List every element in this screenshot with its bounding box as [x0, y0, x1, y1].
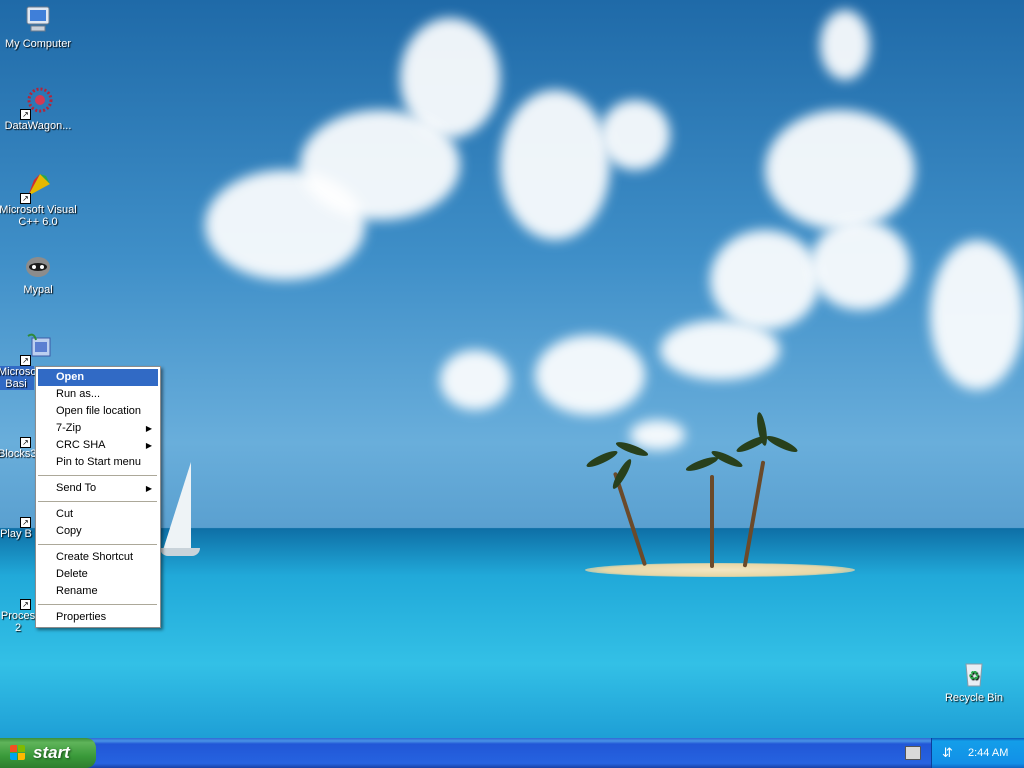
- menu-item-send-to[interactable]: Send To ▶: [38, 480, 158, 497]
- menu-item-properties[interactable]: Properties: [38, 609, 158, 626]
- menu-item-open-file-location[interactable]: Open file location: [38, 403, 158, 420]
- desktop-icon-visual-cpp[interactable]: ↗ Microsoft Visual C++ 6.0: [0, 170, 78, 228]
- desktop-icon-datawagon[interactable]: ↗ DataWagon...: [0, 86, 78, 132]
- desktop-icon-my-computer[interactable]: My Computer: [0, 4, 78, 50]
- menu-item-7zip[interactable]: 7-Zip ▶: [38, 420, 158, 437]
- menu-item-rename[interactable]: Rename: [38, 583, 158, 600]
- menu-item-cut[interactable]: Cut: [38, 506, 158, 523]
- context-menu: Open Run as... Open file location 7-Zip ▶…: [35, 366, 161, 628]
- cloud: [630, 420, 685, 450]
- shortcut-arrow-icon: ↗: [20, 109, 31, 120]
- sailboat: [163, 462, 191, 550]
- start-button[interactable]: start: [0, 738, 96, 768]
- palm-frond: [684, 454, 720, 474]
- menu-item-label: 7-Zip: [56, 422, 82, 434]
- datawagon-icon: ↗: [20, 86, 54, 120]
- mypal-icon: [22, 250, 54, 282]
- cloud: [500, 90, 610, 240]
- cloud: [660, 320, 780, 380]
- recycle-bin-icon: ♻: [958, 658, 990, 690]
- shortcut-arrow-icon: ↗: [20, 193, 31, 204]
- cloud: [765, 110, 915, 230]
- island: [585, 563, 855, 577]
- cloud: [710, 230, 820, 330]
- taskbar[interactable]: start ⇵ 2:44 AM: [0, 738, 1024, 768]
- clock[interactable]: 2:44 AM: [968, 738, 1008, 768]
- shortcut-arrow-icon: ↗: [20, 517, 31, 528]
- cloud: [600, 100, 670, 170]
- cloud: [930, 240, 1024, 390]
- desktop-icon-recycle-bin[interactable]: ♻ Recycle Bin: [934, 658, 1014, 704]
- palm-frond: [584, 448, 620, 470]
- visual-basic-icon: ↗: [20, 332, 54, 366]
- shortcut-arrow-icon: ↗: [20, 599, 31, 610]
- menu-item-crc-sha[interactable]: CRC SHA ▶: [38, 437, 158, 454]
- cloud: [300, 110, 460, 220]
- menu-item-create-shortcut[interactable]: Create Shortcut: [38, 549, 158, 566]
- palm-trunk: [710, 475, 714, 568]
- system-tray: ⇵ 2:44 AM: [931, 738, 1024, 768]
- menu-separator: [38, 544, 157, 545]
- menu-item-label: Send To: [56, 482, 97, 494]
- shortcut-arrow-icon: ↗: [20, 355, 31, 366]
- svg-text:♻: ♻: [968, 669, 980, 684]
- desktop[interactable]: My Computer ↗ DataWagon... ↗ Microsoft V…: [0, 0, 1024, 738]
- cloud: [810, 220, 910, 310]
- submenu-arrow-icon: ▶: [145, 441, 152, 450]
- menu-separator: [38, 501, 157, 502]
- menu-item-copy[interactable]: Copy: [38, 523, 158, 540]
- keyboard-icon[interactable]: [905, 746, 921, 760]
- palm-frond: [764, 433, 800, 455]
- cloud: [535, 335, 645, 415]
- start-label: start: [33, 743, 70, 762]
- menu-item-label: CRC SHA: [56, 439, 106, 451]
- my-computer-icon: [22, 4, 54, 36]
- shortcut-arrow-icon: ↗: [20, 437, 31, 448]
- desktop-icon-mypal[interactable]: Mypal: [0, 250, 78, 296]
- menu-item-run-as[interactable]: Run as...: [38, 386, 158, 403]
- windows-flag-icon: [10, 745, 26, 761]
- menu-separator: [38, 604, 157, 605]
- cloud: [440, 350, 510, 410]
- network-icon[interactable]: ⇵: [942, 738, 953, 768]
- submenu-arrow-icon: ▶: [145, 484, 152, 493]
- sailboat-hull: [160, 548, 200, 556]
- palm-trunk: [742, 460, 766, 568]
- submenu-arrow-icon: ▶: [145, 424, 152, 433]
- visual-cpp-icon: ↗: [20, 170, 54, 204]
- visual-cpp-label: Microsoft Visual C++ 6.0: [0, 204, 77, 228]
- menu-separator: [38, 475, 157, 476]
- cloud: [820, 10, 870, 80]
- menu-item-delete[interactable]: Delete: [38, 566, 158, 583]
- menu-item-open[interactable]: Open: [38, 369, 158, 386]
- menu-item-pin-to-start[interactable]: Pin to Start menu: [38, 454, 158, 471]
